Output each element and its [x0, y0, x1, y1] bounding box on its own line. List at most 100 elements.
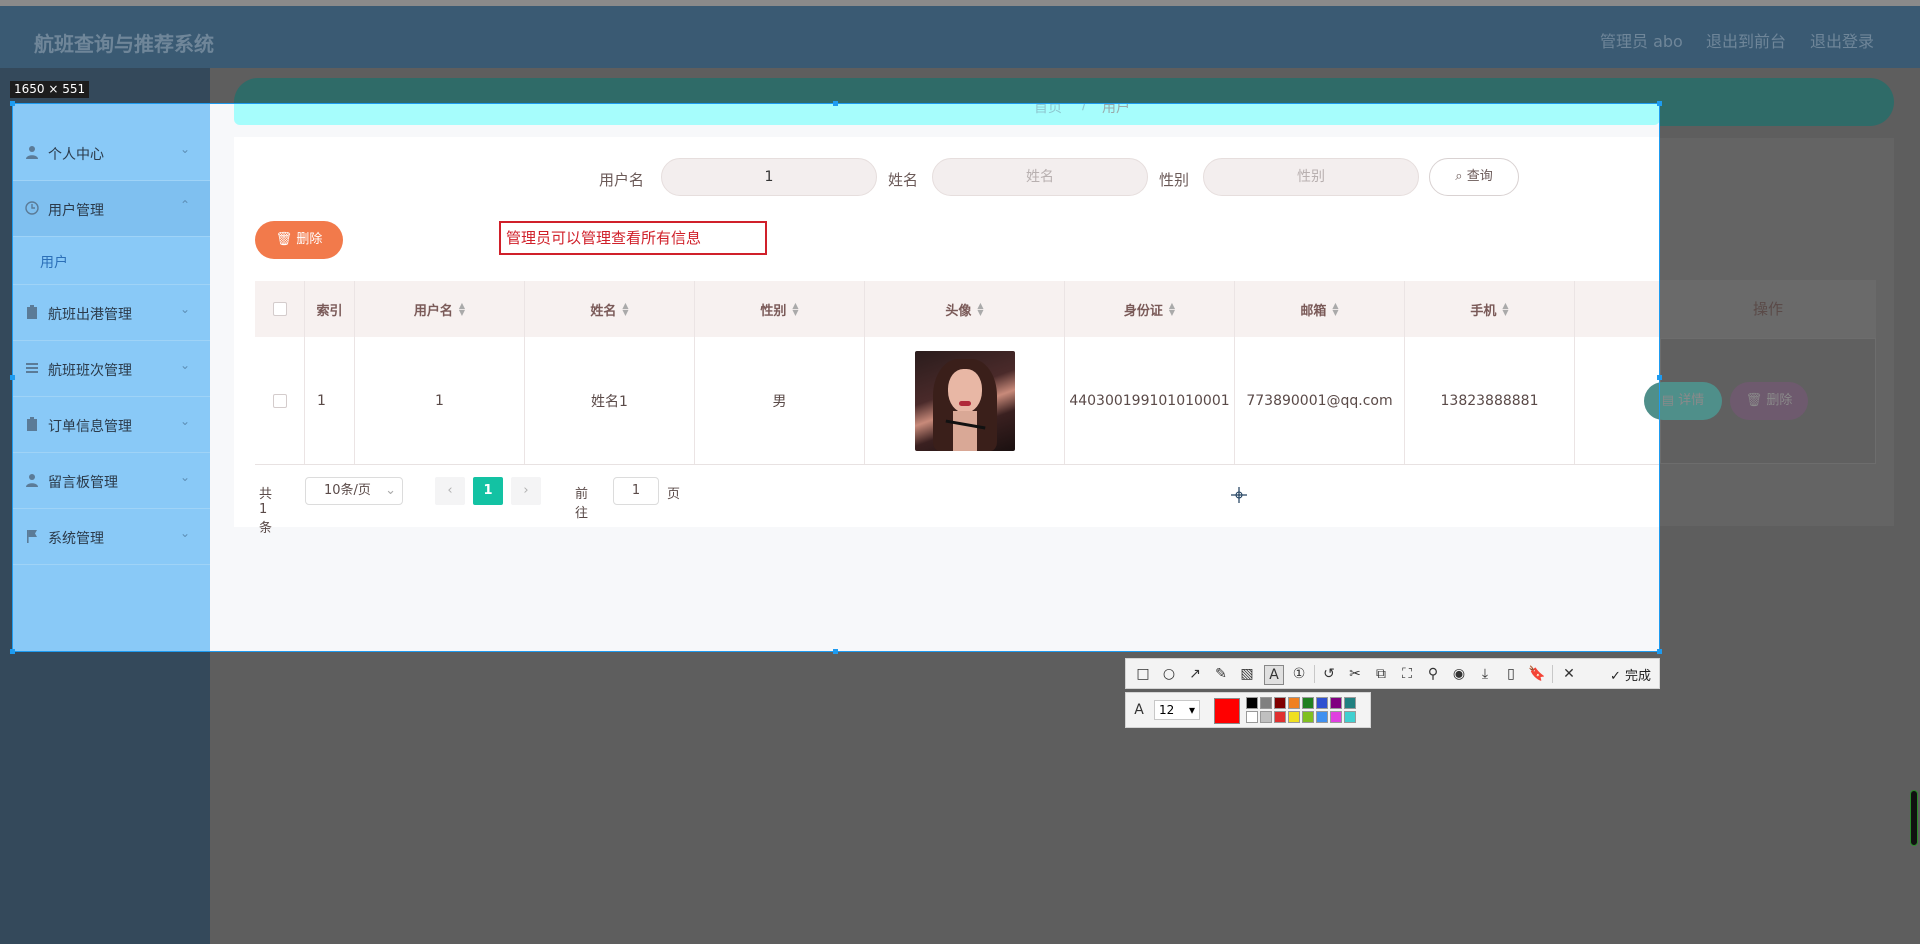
header-avatar[interactable]: 头像 ▲ ▼: [865, 281, 1065, 337]
table-header-row: 索引 用户名 ▲ ▼ 姓名 ▲ ▼ 性别 ▲ ▼ 头像 ▲ ▼ 身份证 ▲ ▼ 邮箱 ▲ ▼ 手机 ▲ ▼: [255, 281, 1660, 337]
scrollbar-thumb[interactable]: [1910, 790, 1918, 846]
color-swatch[interactable]: [1302, 711, 1314, 723]
number-marker-icon[interactable]: ①: [1290, 665, 1308, 683]
annotation-textbox[interactable]: 管理员可以管理查看所有信息: [499, 221, 767, 255]
crosshair-cursor-icon: [1231, 487, 1247, 503]
header-gender[interactable]: 性别 ▲ ▼: [695, 281, 865, 337]
sort-icon[interactable]: ▲ ▼: [792, 302, 798, 317]
color-swatch[interactable]: [1316, 711, 1328, 723]
current-page-button[interactable]: 1: [473, 477, 503, 505]
color-swatch[interactable]: [1330, 711, 1342, 723]
header-phone[interactable]: 手机 ▲ ▼: [1405, 281, 1575, 337]
resize-handle[interactable]: [1657, 649, 1662, 654]
breadcrumb-current: 用户: [1102, 103, 1130, 116]
color-swatch[interactable]: [1316, 697, 1328, 709]
resize-handle[interactable]: [10, 649, 15, 654]
download-icon[interactable]: ⤓: [1476, 665, 1494, 683]
color-swatch[interactable]: [1246, 697, 1258, 709]
row-select-cell[interactable]: [255, 337, 305, 464]
avatar[interactable]: [914, 350, 1015, 451]
batch-delete-button[interactable]: 🗑 删除: [255, 221, 343, 259]
color-swatch[interactable]: [1344, 697, 1356, 709]
cell-gender: 男: [695, 337, 865, 464]
breadcrumb-home[interactable]: 首页: [1034, 103, 1062, 117]
header-username[interactable]: 用户名 ▲ ▼: [355, 281, 525, 337]
row-checkbox[interactable]: [272, 393, 287, 408]
rectangle-icon[interactable]: □: [1134, 665, 1152, 683]
color-swatch[interactable]: [1260, 697, 1272, 709]
sort-icon[interactable]: ▲ ▼: [1169, 302, 1175, 317]
sort-icon[interactable]: ▲ ▼: [1332, 302, 1338, 317]
color-swatch[interactable]: [1246, 711, 1258, 723]
header-name[interactable]: 姓名 ▲ ▼: [525, 281, 695, 337]
sort-icon[interactable]: ▲ ▼: [1502, 302, 1508, 317]
pin-icon[interactable]: ⚲: [1424, 665, 1442, 683]
username-input[interactable]: 1: [661, 158, 877, 196]
trash-icon: 🗑: [275, 232, 293, 247]
resize-handle[interactable]: [10, 375, 15, 380]
resize-handle[interactable]: [10, 101, 15, 106]
prev-page-button[interactable]: ‹: [435, 477, 465, 505]
trash-icon: 🗑: [1745, 393, 1763, 408]
pen-icon[interactable]: ✎: [1212, 665, 1230, 683]
name-label: 姓名: [888, 171, 919, 189]
select-all-cell[interactable]: [255, 281, 305, 337]
resize-handle[interactable]: [1657, 101, 1662, 106]
ellipse-icon[interactable]: ○: [1160, 665, 1178, 683]
next-page-button[interactable]: ›: [511, 477, 541, 505]
header-id-card[interactable]: 身份证 ▲ ▼: [1065, 281, 1235, 337]
header-label: 手机: [1470, 303, 1497, 319]
logout-link[interactable]: 退出登录: [1810, 28, 1874, 52]
cut-icon[interactable]: ✂: [1346, 665, 1364, 683]
color-swatch[interactable]: [1330, 697, 1342, 709]
detail-button-label: 详情: [1678, 393, 1705, 408]
resize-handle[interactable]: [833, 101, 838, 106]
gender-select[interactable]: 性别: [1203, 158, 1419, 196]
header-email[interactable]: 邮箱 ▲ ▼: [1235, 281, 1405, 337]
header-label: 头像: [945, 303, 972, 319]
search-icon: ⌕: [1455, 169, 1463, 184]
resize-handle[interactable]: [1657, 375, 1662, 380]
resize-handle[interactable]: [833, 649, 838, 654]
gender-label: 性别: [1159, 171, 1190, 189]
table-row[interactable]: 1 1 姓名1 男 440300199101010001 773890001@q…: [255, 337, 1660, 465]
color-swatch[interactable]: [1260, 711, 1272, 723]
done-button[interactable]: ✓ 完成: [1610, 665, 1651, 684]
batch-delete-label: 删除: [296, 232, 323, 247]
color-swatch[interactable]: [1274, 711, 1286, 723]
admin-label: 管理员 abo: [1600, 32, 1683, 51]
exit-to-front-link[interactable]: 退出到前台: [1706, 28, 1786, 52]
page-size-select[interactable]: 10条/页 ⌄: [305, 477, 403, 505]
color-swatch[interactable]: [1288, 697, 1300, 709]
cell-phone: 13823888881: [1405, 337, 1575, 464]
header-label: 身份证: [1123, 303, 1163, 319]
select-all-checkbox[interactable]: [272, 302, 287, 316]
phone-icon[interactable]: ▯: [1502, 665, 1520, 683]
scan-icon[interactable]: ⛶: [1398, 665, 1416, 683]
font-size-select[interactable]: 12 ▾: [1154, 700, 1200, 720]
undo-icon[interactable]: ↺: [1320, 665, 1338, 683]
query-button[interactable]: ⌕ 查询: [1429, 158, 1519, 196]
detail-button[interactable]: ▤ 详情: [1644, 382, 1722, 420]
sort-icon[interactable]: ▲ ▼: [459, 302, 465, 317]
name-input[interactable]: 姓名: [932, 158, 1148, 196]
current-color-swatch[interactable]: [1214, 698, 1240, 724]
sort-icon[interactable]: ▲ ▼: [622, 302, 628, 317]
color-swatch[interactable]: [1274, 697, 1286, 709]
record-icon[interactable]: ◉: [1450, 665, 1468, 683]
close-icon[interactable]: ✕: [1560, 665, 1578, 683]
username-label: 用户名: [599, 171, 645, 189]
bookmark-icon[interactable]: 🔖: [1528, 665, 1546, 683]
sort-icon[interactable]: ▲ ▼: [977, 302, 983, 317]
color-swatch[interactable]: [1302, 697, 1314, 709]
text-tool-icon[interactable]: A: [1264, 665, 1284, 685]
chevron-down-icon: ▾: [1188, 703, 1195, 717]
arrow-icon[interactable]: ↗: [1186, 665, 1204, 683]
mosaic-icon[interactable]: ▧: [1238, 665, 1256, 683]
breadcrumb-separator: /: [1082, 103, 1087, 113]
ocr-icon[interactable]: ⧉: [1372, 665, 1390, 683]
color-swatch[interactable]: [1344, 711, 1356, 723]
color-swatch[interactable]: [1288, 711, 1300, 723]
goto-page-input[interactable]: 1: [613, 477, 659, 505]
row-delete-button[interactable]: 🗑 删除: [1730, 382, 1808, 420]
